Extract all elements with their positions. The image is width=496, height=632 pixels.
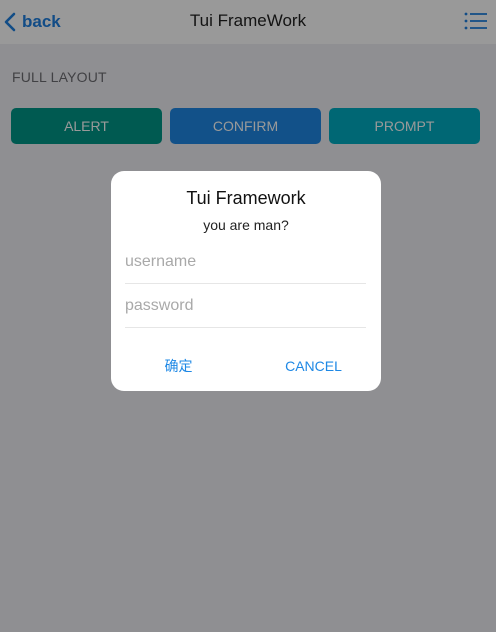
dialog-title: Tui Framework [186, 188, 306, 208]
password-input[interactable] [125, 285, 366, 328]
dialog-message: you are man? [203, 217, 289, 233]
cancel-button[interactable]: CANCEL [246, 351, 381, 381]
prompt-dialog: Tui Framework you are man? 确定 CANCEL [111, 171, 381, 391]
username-input[interactable] [125, 241, 366, 284]
ok-button[interactable]: 确定 [111, 351, 246, 381]
